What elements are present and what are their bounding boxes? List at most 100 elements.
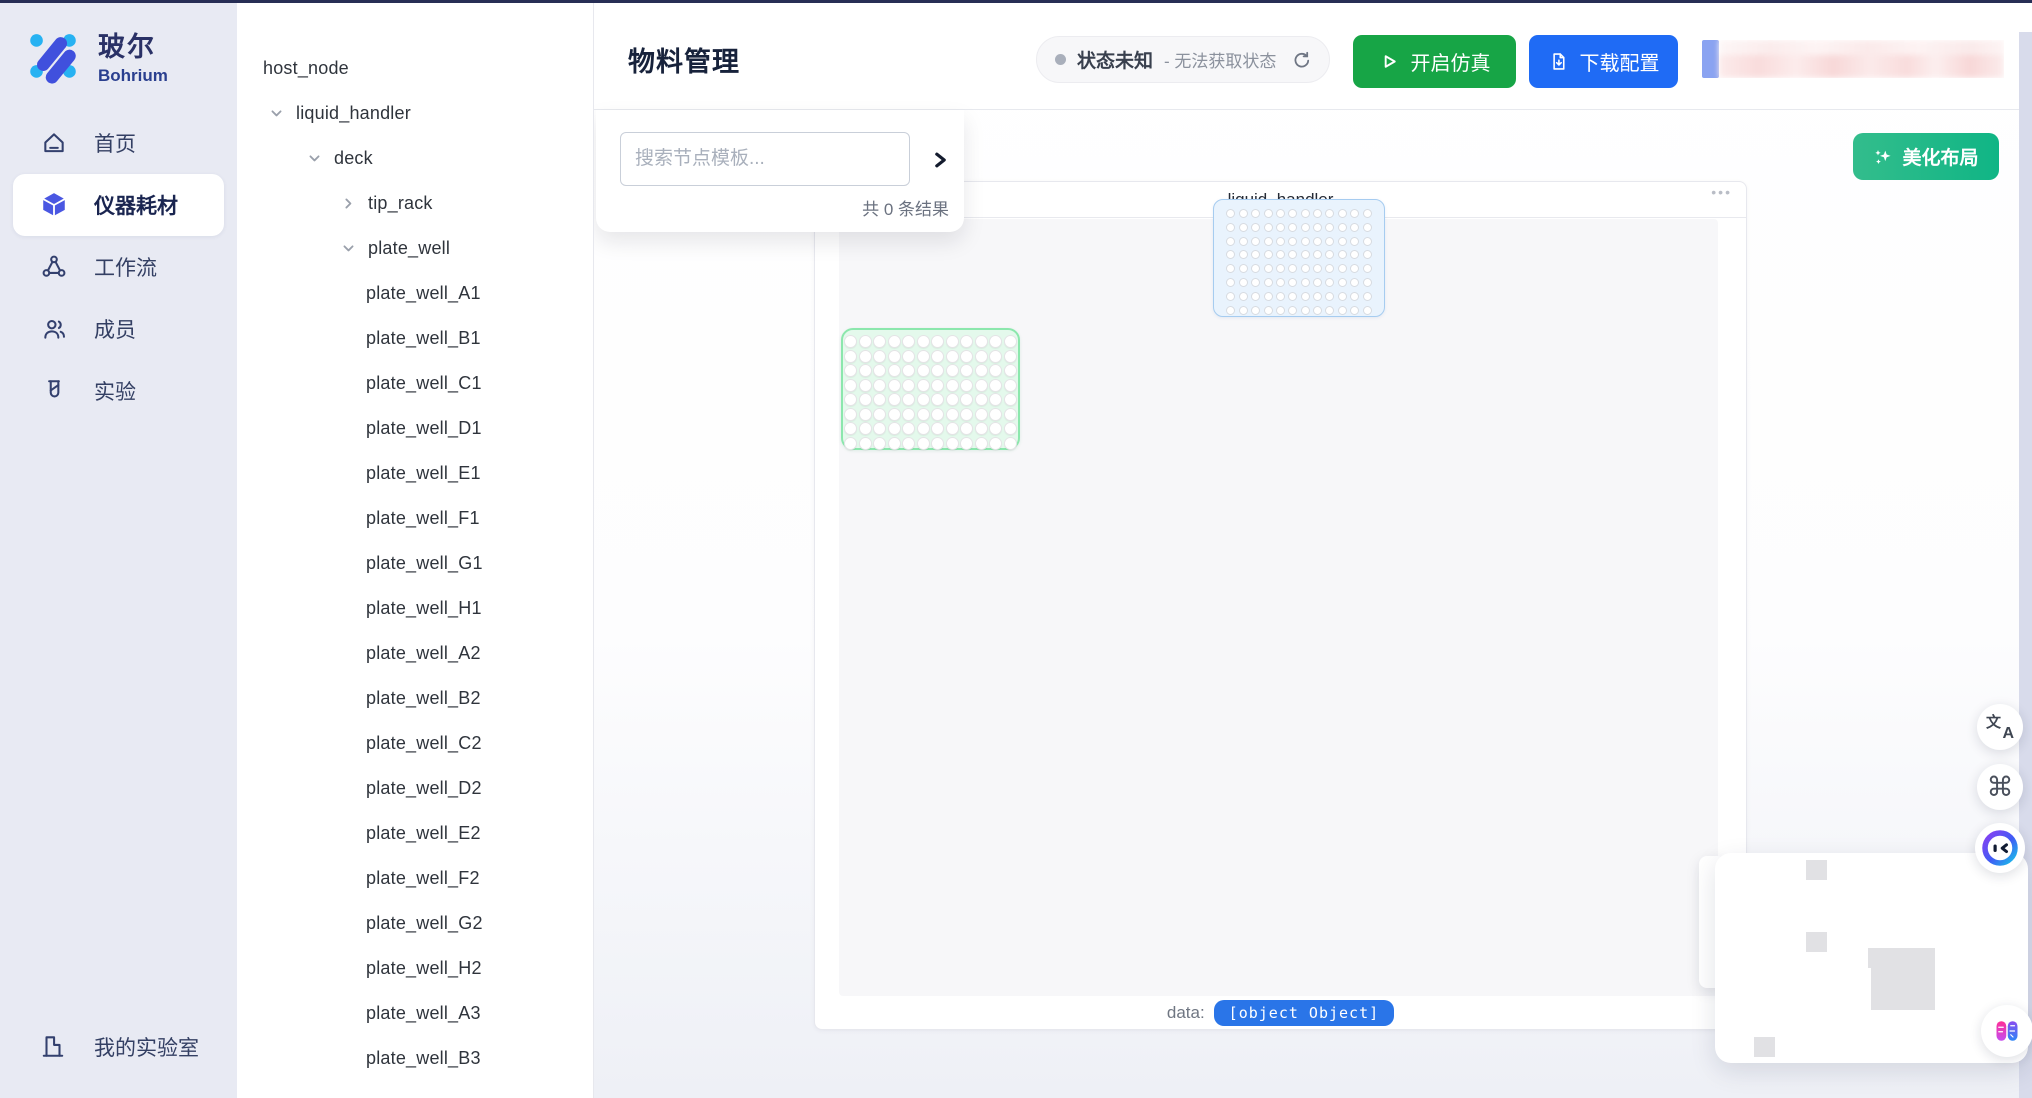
chevron-down-icon[interactable] — [340, 241, 356, 257]
cube-icon — [40, 191, 68, 219]
refresh-icon[interactable] — [1291, 50, 1311, 70]
bohrium-logo-icon — [22, 24, 84, 86]
beautify-layout-label: 美化布局 — [1902, 143, 1978, 170]
tree-item-plate_well_B1[interactable]: plate_well_B1 — [237, 316, 593, 361]
chevron-down-icon[interactable] — [306, 151, 322, 167]
tree-item-deck[interactable]: deck — [237, 136, 593, 181]
tree-item-plate_well_D2[interactable]: plate_well_D2 — [237, 766, 593, 811]
well — [1301, 250, 1310, 259]
tree-item-plate_well_H1[interactable]: plate_well_H1 — [237, 586, 593, 631]
tree-item-plate_well_A3[interactable]: plate_well_A3 — [237, 991, 593, 1036]
tip-rack-plate[interactable] — [1213, 199, 1385, 317]
tree-item-plate_well_C1[interactable]: plate_well_C1 — [237, 361, 593, 406]
well — [946, 437, 959, 450]
main-canvas[interactable]: 物料管理 状态未知 - 无法获取状态 开启仿真 — [594, 0, 2032, 1098]
tree-item-plate_well_B2[interactable]: plate_well_B2 — [237, 676, 593, 721]
command-icon: ⌘ — [1987, 772, 2014, 803]
window-top-border — [0, 0, 2032, 3]
sidebar-item-my-lab[interactable]: 我的实验室 — [0, 1016, 237, 1078]
well — [1363, 223, 1372, 232]
node-menu-dots-icon[interactable]: ••• — [1711, 184, 1732, 200]
expand-chevron-icon[interactable] — [928, 148, 952, 172]
tree-item-label: plate_well_B1 — [366, 328, 481, 349]
sidebar-item-home[interactable]: 首页 — [13, 112, 224, 174]
well — [989, 364, 1002, 377]
well — [844, 350, 857, 363]
well — [1301, 292, 1310, 301]
tree-item-label: plate_well_H2 — [366, 958, 482, 979]
well — [1251, 292, 1260, 301]
well-plate[interactable] — [841, 328, 1020, 450]
well — [844, 335, 857, 348]
well — [844, 422, 857, 435]
translate-button[interactable]: 文 A — [1977, 704, 2023, 750]
well — [960, 437, 973, 450]
home-icon — [40, 129, 68, 157]
ai-brain-button[interactable] — [1981, 1005, 2032, 1057]
sidebar-item-experiment[interactable]: 实验 — [13, 360, 224, 422]
tree-item-label: plate_well_D1 — [366, 418, 482, 439]
well — [1313, 264, 1322, 273]
well — [1276, 292, 1285, 301]
well — [873, 422, 886, 435]
well — [902, 422, 915, 435]
well — [1313, 292, 1322, 301]
tree-item-plate_well_F2[interactable]: plate_well_F2 — [237, 856, 593, 901]
brand-logo[interactable]: 玻尔 Bohrium — [0, 0, 237, 104]
well — [946, 364, 959, 377]
tree-item-plate_well_G1[interactable]: plate_well_G1 — [237, 541, 593, 586]
tree-item-label: tip_rack — [368, 193, 433, 214]
well — [1264, 306, 1273, 315]
well — [1276, 237, 1285, 246]
well — [1363, 237, 1372, 246]
well — [917, 379, 930, 392]
sidebar-item-instruments[interactable]: 仪器耗材 — [13, 174, 224, 236]
command-palette-button[interactable]: ⌘ — [1977, 764, 2023, 810]
chevron-down-icon[interactable] — [268, 106, 284, 122]
well — [1226, 237, 1235, 246]
well — [1313, 250, 1322, 259]
well — [1239, 223, 1248, 232]
page-title: 物料管理 — [628, 40, 740, 79]
tree-item-label: plate_well — [368, 238, 450, 259]
tree-item-tip_rack[interactable]: tip_rack — [237, 181, 593, 226]
tree-item-plate_well_A1[interactable]: plate_well_A1 — [237, 271, 593, 316]
node-template-search-panel: 共 0 条结果 — [596, 110, 964, 232]
tree-item-plate_well_G2[interactable]: plate_well_G2 — [237, 901, 593, 946]
well — [1363, 250, 1372, 259]
assistant-robot-button[interactable] — [1975, 823, 2025, 873]
well — [989, 335, 1002, 348]
beautify-layout-button[interactable]: 美化布局 — [1853, 133, 1999, 180]
tree-item-plate_well_E1[interactable]: plate_well_E1 — [237, 451, 593, 496]
search-input[interactable] — [620, 132, 910, 186]
chevron-right-icon[interactable] — [340, 196, 356, 212]
sidebar-item-workflow[interactable]: 工作流 — [13, 236, 224, 298]
well — [1226, 264, 1235, 273]
tree-item-liquid_handler[interactable]: liquid_handler — [237, 91, 593, 136]
tree-item-plate_well_F1[interactable]: plate_well_F1 — [237, 496, 593, 541]
well — [931, 335, 944, 348]
liquid-handler-node[interactable]: liquid_handler ••• data: [object Object] — [814, 181, 1747, 1030]
tree-item-plate_well[interactable]: plate_well — [237, 226, 593, 271]
tree-item-plate_well_E2[interactable]: plate_well_E2 — [237, 811, 593, 856]
well — [902, 350, 915, 363]
well — [1251, 278, 1260, 287]
well — [1239, 237, 1248, 246]
start-simulation-button[interactable]: 开启仿真 — [1353, 35, 1516, 88]
tree-item-plate_well_A2[interactable]: plate_well_A2 — [237, 631, 593, 676]
status-badge[interactable]: 状态未知 - 无法获取状态 — [1036, 36, 1330, 83]
well — [1004, 408, 1017, 421]
tree-item-label: plate_well_G2 — [366, 913, 483, 934]
tree-item-plate_well_C2[interactable]: plate_well_C2 — [237, 721, 593, 766]
tree-item-plate_well_B3[interactable]: plate_well_B3 — [237, 1036, 593, 1081]
tree-item-host_node[interactable]: host_node — [237, 46, 593, 91]
well — [873, 335, 886, 348]
tree-item-plate_well_H2[interactable]: plate_well_H2 — [237, 946, 593, 991]
well — [1226, 306, 1235, 315]
well — [975, 437, 988, 450]
download-config-button[interactable]: 下载配置 — [1529, 35, 1678, 88]
well — [1226, 250, 1235, 259]
tree-item-plate_well_D1[interactable]: plate_well_D1 — [237, 406, 593, 451]
sidebar-item-members[interactable]: 成员 — [13, 298, 224, 360]
well — [931, 364, 944, 377]
